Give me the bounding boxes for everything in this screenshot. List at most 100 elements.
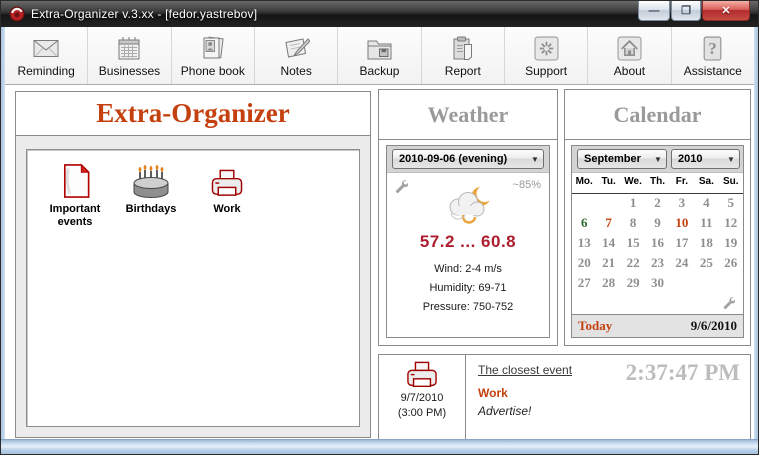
toolbar-button-phone-book[interactable]: Phone book xyxy=(172,27,255,84)
shortcut-birthdays[interactable]: Birthdays xyxy=(113,158,189,229)
printer-icon xyxy=(209,158,245,200)
backup-folder-icon xyxy=(366,35,393,62)
calendar-day-21[interactable]: 21 xyxy=(596,255,620,275)
weekday-header: Fr. xyxy=(675,176,689,187)
shortcuts-row: Important events Birthdays Work xyxy=(27,150,359,229)
weather-period-value: 2010-09-06 (evening) xyxy=(399,153,508,165)
calendar-day-10[interactable]: 10 xyxy=(670,215,694,235)
wind-value: Wind: 2-4 m/s xyxy=(434,263,502,275)
shortcut-label: Important events xyxy=(49,203,101,228)
phonebook-icon xyxy=(199,35,226,62)
shortcuts-list[interactable]: Important events Birthdays Work xyxy=(26,149,360,427)
calendar-day-29[interactable]: 29 xyxy=(621,275,645,295)
question-icon: ? xyxy=(702,35,723,62)
toolbar-button-label: Notes xyxy=(280,64,312,78)
toolbar-button-assistance[interactable]: ? Assistance xyxy=(672,27,754,84)
calendar-day-20[interactable]: 20 xyxy=(572,255,596,275)
weekday-header: We. xyxy=(624,176,642,187)
event-details: The closest event Work Advertise! 2:37:4… xyxy=(466,355,750,440)
calendar-day-14[interactable]: 14 xyxy=(596,235,620,255)
calendar-day-3[interactable]: 3 xyxy=(670,195,694,215)
calendar-day-28[interactable]: 28 xyxy=(596,275,620,295)
maximize-button[interactable]: ❐ xyxy=(671,1,701,21)
calendar-day-19[interactable]: 19 xyxy=(719,235,743,255)
envelope-icon xyxy=(33,35,59,62)
toolbar-button-label: About xyxy=(613,64,646,78)
close-button[interactable]: ✕ xyxy=(702,1,750,21)
calendar-day-empty xyxy=(694,275,718,295)
toolbar-button-support[interactable]: Support xyxy=(505,27,589,84)
calendar-day-30[interactable]: 30 xyxy=(645,275,669,295)
calendar-day-26[interactable]: 26 xyxy=(719,255,743,275)
weather-title: Weather xyxy=(427,101,509,127)
calendar-day-8[interactable]: 8 xyxy=(621,215,645,235)
toolbar-button-businesses[interactable]: Businesses xyxy=(88,27,172,84)
calendar-day-15[interactable]: 15 xyxy=(621,235,645,255)
current-time-clock: 2:37:47 PM xyxy=(625,360,740,385)
calendar-icon xyxy=(117,35,141,62)
maximize-icon: ❐ xyxy=(681,5,691,17)
calendar-day-27[interactable]: 27 xyxy=(572,275,596,295)
minimize-icon: — xyxy=(648,4,660,17)
home-icon xyxy=(617,35,642,62)
weather-widget: 2010-09-06 (evening) ▼ ~85% 57.2 ... 60.… xyxy=(386,145,550,338)
year-value: 2010 xyxy=(678,153,703,165)
calendar-day-18[interactable]: 18 xyxy=(694,235,718,255)
pressure-value: Pressure: 750-752 xyxy=(422,301,514,313)
event-name[interactable]: Work xyxy=(478,386,508,400)
toolbar-button-reminding[interactable]: Reminding xyxy=(5,27,89,84)
shortcut-work[interactable]: Work xyxy=(189,158,265,229)
toolbar-button-label: Phone book xyxy=(180,64,245,78)
toolbar-button-label: Support xyxy=(525,64,568,78)
shortcuts-panel: Extra-Organizer Important events Birthday… xyxy=(15,91,371,438)
titlebar[interactable]: Extra-Organizer v.3.xx - [fedor.yastrebo… xyxy=(1,1,758,27)
year-select[interactable]: 2010 ▼ xyxy=(671,149,740,169)
shortcut-important-events[interactable]: Important events xyxy=(37,158,113,229)
humidity-value: Humidity: 69-71 xyxy=(429,282,507,294)
weather-header: Weather xyxy=(379,90,557,140)
chevron-down-icon: ▼ xyxy=(727,154,735,164)
calendar-day-22[interactable]: 22 xyxy=(621,255,645,275)
minimize-button[interactable]: — xyxy=(638,1,670,21)
cake-icon xyxy=(129,158,173,200)
app-window: Extra-Organizer v.3.xx - [fedor.yastrebo… xyxy=(0,0,759,455)
weather-period-select[interactable]: 2010-09-06 (evening) ▼ xyxy=(392,149,544,169)
weekday-header: Th. xyxy=(649,176,665,187)
calendar-toolbar: September ▼ 2010 ▼ xyxy=(572,146,743,173)
toolbar-button-report[interactable]: Report xyxy=(422,27,505,84)
calendar-day-2[interactable]: 2 xyxy=(645,195,669,215)
calendar-day-9[interactable]: 9 xyxy=(645,215,669,235)
calendar-day-17[interactable]: 17 xyxy=(670,235,694,255)
event-icon-cell: 9/7/2010 (3:00 PM) xyxy=(379,355,466,440)
weekday-header: Sa. xyxy=(698,176,714,187)
calendar-day-empty xyxy=(572,195,596,215)
calendar-footer: Today 9/6/2010 xyxy=(572,314,743,337)
toolbar-button-notes[interactable]: Notes xyxy=(255,27,339,84)
temperature-range: 57.2 ... 60.8 xyxy=(419,232,517,251)
calendar-day-7[interactable]: 7 xyxy=(596,215,620,235)
calendar-day-13[interactable]: 13 xyxy=(572,235,596,255)
month-select[interactable]: September ▼ xyxy=(577,149,667,169)
calendar-day-24[interactable]: 24 xyxy=(670,255,694,275)
toolbar-button-about[interactable]: About xyxy=(588,27,672,84)
calendar-day-4[interactable]: 4 xyxy=(694,195,718,215)
calendar-title: Calendar xyxy=(613,101,702,127)
calendar-day-1[interactable]: 1 xyxy=(621,195,645,215)
calendar-settings-wrench-icon[interactable] xyxy=(722,296,735,309)
month-value: September xyxy=(584,153,641,165)
calendar-day-6[interactable]: 6 xyxy=(572,215,596,235)
event-note: Advertise! xyxy=(478,404,532,418)
closest-event-heading: The closest event xyxy=(478,363,573,377)
today-date: 9/6/2010 xyxy=(690,318,737,333)
toolbar-button-backup[interactable]: Backup xyxy=(338,27,422,84)
calendar-day-11[interactable]: 11 xyxy=(694,215,718,235)
calendar-day-5[interactable]: 5 xyxy=(719,195,743,215)
shortcuts-panel-header: Extra-Organizer xyxy=(16,92,370,136)
calendar-day-12[interactable]: 12 xyxy=(719,215,743,235)
support-icon xyxy=(534,35,559,62)
window-frame-right xyxy=(754,27,758,440)
today-label[interactable]: Today xyxy=(578,318,612,334)
calendar-day-16[interactable]: 16 xyxy=(645,235,669,255)
calendar-day-25[interactable]: 25 xyxy=(694,255,718,275)
calendar-day-23[interactable]: 23 xyxy=(645,255,669,275)
